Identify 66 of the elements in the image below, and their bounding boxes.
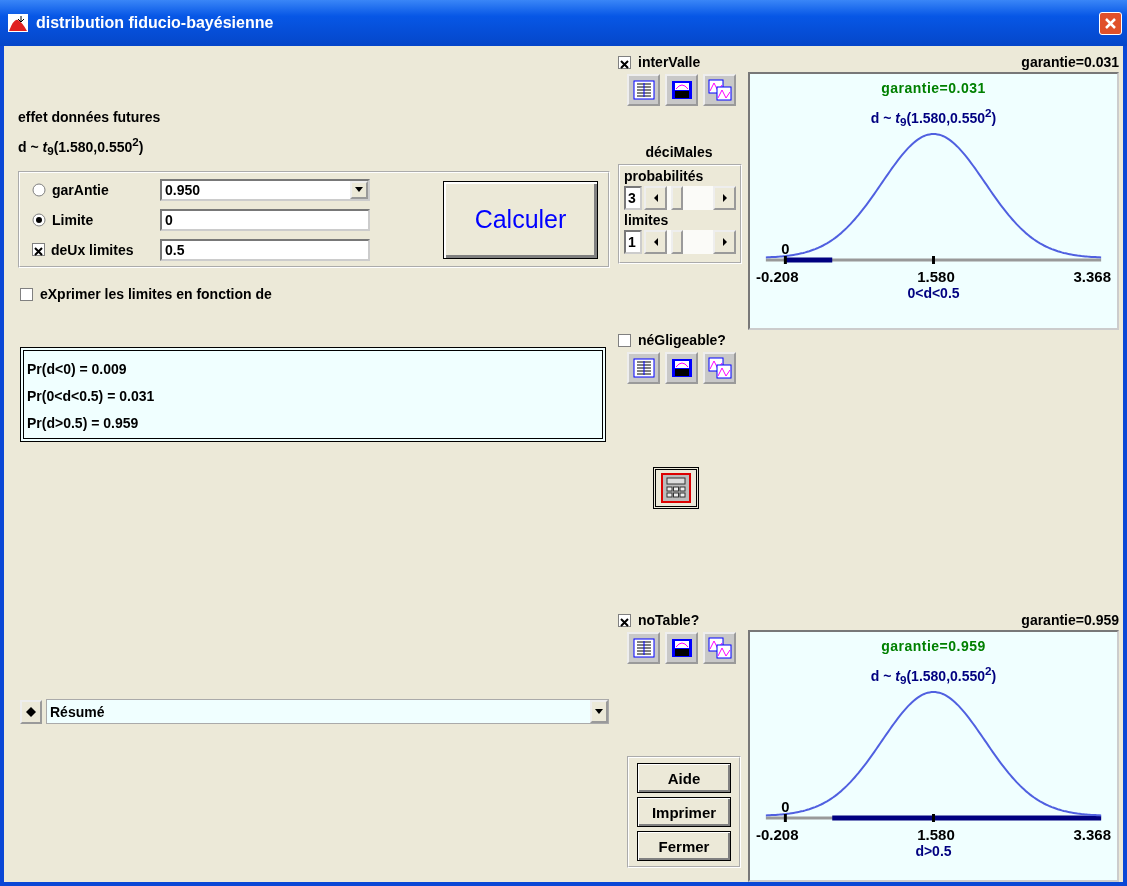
effect-label: effet données futures — [18, 109, 162, 125]
result-line: Pr(0<d<0.5) = 0.031 — [27, 387, 156, 406]
decimals-row-label: limites — [624, 212, 670, 228]
radio-button[interactable] — [32, 182, 46, 197]
axis-label: -0.208 — [756, 268, 799, 286]
checkbox-label: interValle — [638, 54, 701, 70]
chart-title: garantie=0.031 — [881, 80, 986, 96]
checkbox[interactable] — [618, 333, 631, 347]
table-icon[interactable] — [627, 74, 660, 106]
input-field[interactable]: 0 — [160, 208, 370, 231]
axis-label: 3.368 — [1073, 826, 1111, 844]
caret-icon[interactable] — [590, 700, 608, 723]
two-curves-icon[interactable] — [703, 74, 736, 106]
input-field[interactable]: 0.5 — [160, 238, 370, 261]
checkbox[interactable] — [32, 243, 45, 257]
result-line: Pr(d<0) = 0.009 — [27, 360, 128, 379]
distribution-formula: d ~ t$_{9}$(1.580,0.550$^{2}$) — [870, 664, 997, 687]
option-label: deUx limites — [51, 241, 134, 258]
dialog-button[interactable]: Imprimer — [637, 797, 731, 827]
app-icon — [8, 14, 28, 32]
tick-mark — [783, 814, 787, 823]
checkbox[interactable] — [618, 55, 631, 69]
dialog-button[interactable]: Fermer — [637, 831, 731, 861]
chart-title: garantie=0.959 — [881, 638, 986, 654]
table-icon[interactable] — [627, 632, 660, 664]
interval-label: d>0.5 — [915, 843, 952, 860]
distribution-formula: d ~ t$_{9}$(1.580,0.550$^{2}$) — [18, 135, 145, 158]
tick-mark — [783, 256, 787, 265]
checkbox-label: néGligeable? — [638, 332, 726, 348]
distribution-formula: d ~ t$_{9}$(1.580,0.550$^{2}$) — [870, 106, 997, 129]
table-icon[interactable] — [627, 352, 660, 384]
dialog-button[interactable]: Aide — [637, 763, 731, 793]
guarantee-label: garantie=0.031 — [1020, 54, 1119, 70]
decimals-label: déciMales — [645, 144, 714, 160]
checkbox[interactable] — [618, 613, 631, 627]
scrollbar-thumb[interactable] — [671, 230, 683, 254]
decimals-row-label: probabilités — [624, 168, 705, 184]
interval-bar — [785, 257, 833, 263]
axis-label: 1.580 — [917, 826, 955, 844]
summary-dropdown[interactable]: Résumé — [46, 699, 609, 724]
zero-label: 0 — [781, 799, 790, 816]
axis-label: 1.580 — [917, 268, 955, 286]
tick-mark — [932, 256, 935, 265]
zero-label: 0 — [781, 241, 790, 258]
value-field[interactable]: 3 — [624, 186, 642, 210]
tick-mark — [932, 814, 935, 823]
window-title: distribution fiducio-bayésienne — [36, 14, 275, 32]
two-curves-icon[interactable] — [703, 352, 736, 384]
caret-icon[interactable] — [350, 180, 368, 199]
axis-label: -0.208 — [756, 826, 799, 844]
checkbox[interactable] — [20, 287, 33, 301]
scrollbar-thumb[interactable] — [671, 186, 683, 210]
calculate-button[interactable]: Calculer — [443, 180, 598, 259]
axis-label: 3.368 — [1073, 268, 1111, 286]
option-label: garAntie — [52, 181, 109, 198]
option-label: Limite — [52, 211, 94, 228]
dropdown-field[interactable]: 0.950 — [160, 178, 370, 201]
two-curves-icon[interactable] — [703, 632, 736, 664]
guarantee-label: garantie=0.959 — [1020, 612, 1119, 628]
interval-label: 0<d<0.5 — [907, 285, 960, 302]
radio-button[interactable] — [32, 212, 46, 227]
checkbox-label: noTable? — [638, 612, 700, 628]
value-field[interactable]: 1 — [624, 230, 642, 254]
calculator-icon[interactable] — [653, 467, 699, 509]
checkbox-label: eXprimer les limites en fonction de — [40, 286, 272, 303]
result-line: Pr(d>0.5) = 0.959 — [27, 414, 140, 433]
